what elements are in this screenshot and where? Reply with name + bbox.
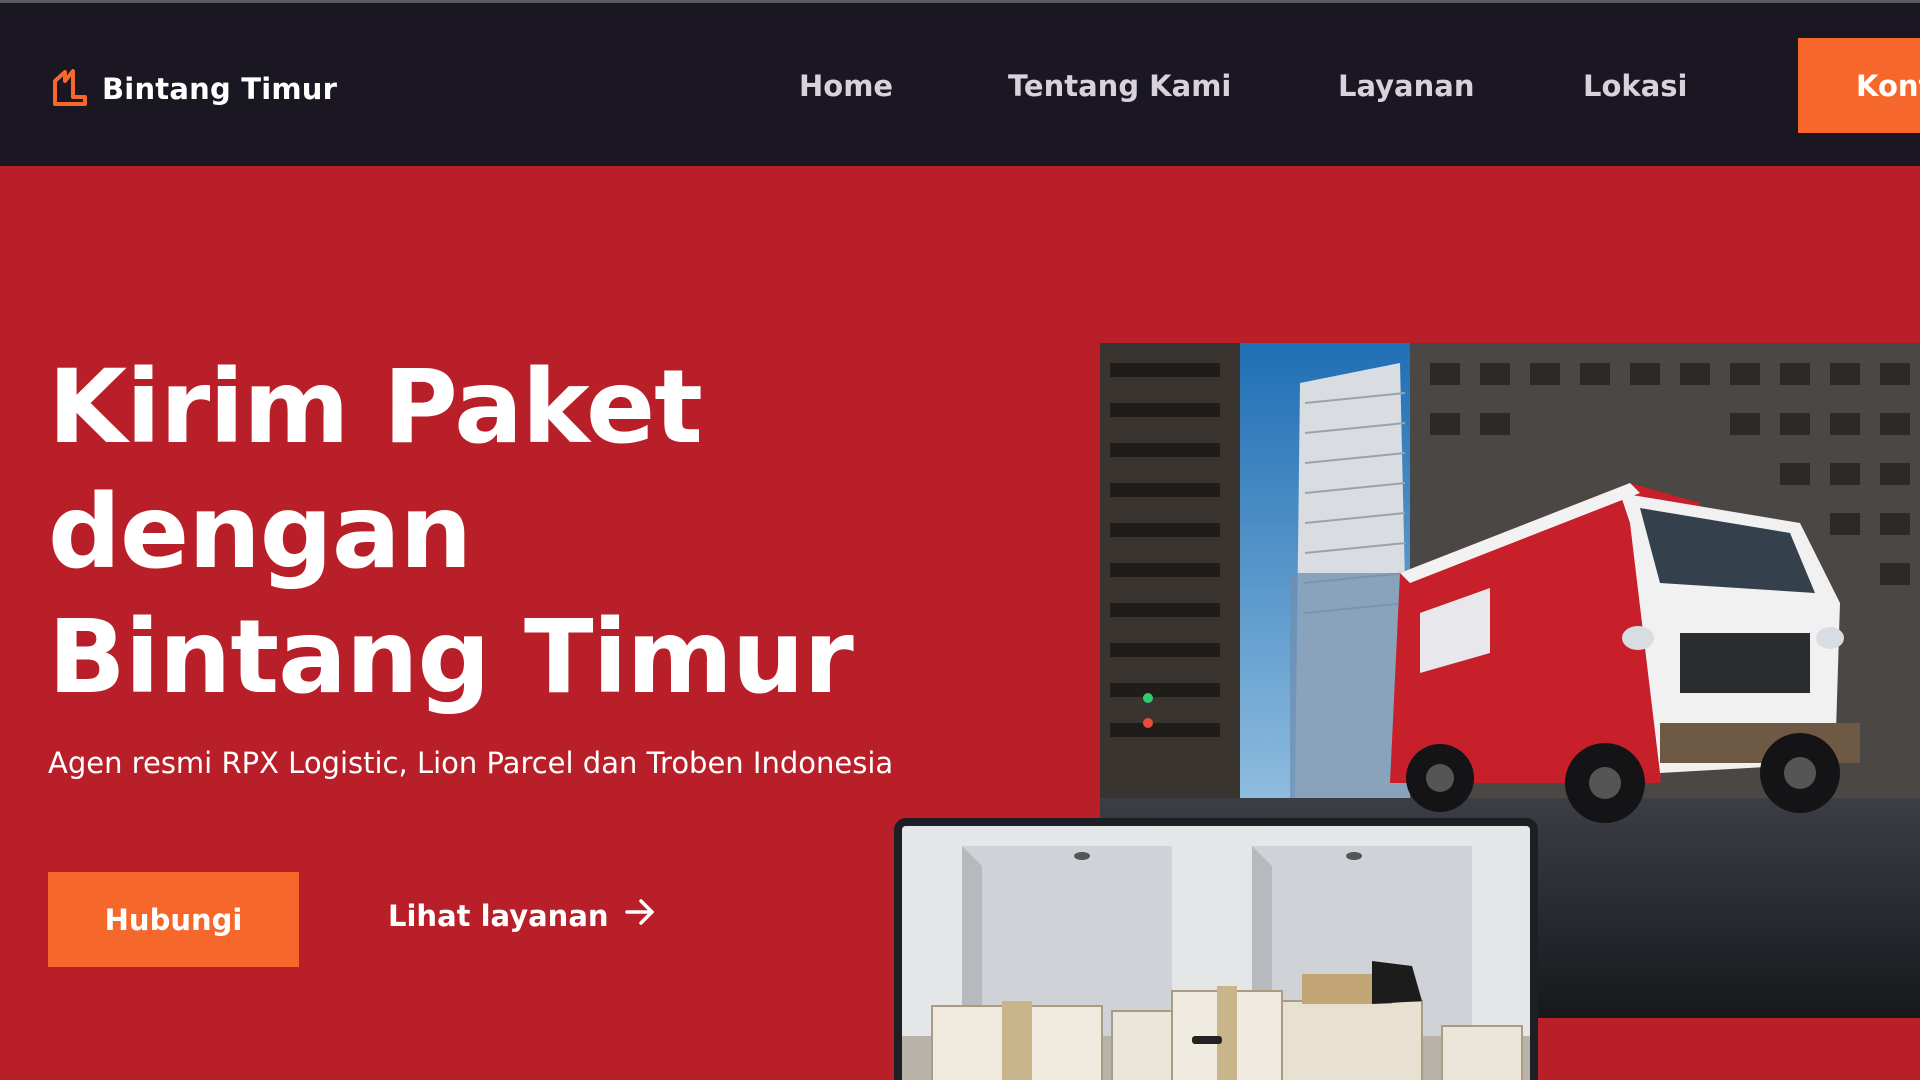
house-outline-icon (52, 67, 102, 111)
lihat-layanan-link[interactable]: Lihat layanan (388, 895, 657, 936)
hero-title-line-1: Kirim Paket (48, 348, 703, 467)
cardboard-boxes-room-photo (894, 818, 1538, 1080)
hero-title-line-2: dengan (48, 473, 472, 592)
lihat-layanan-label: Lihat layanan (388, 898, 609, 933)
brand-logo-link[interactable]: Bintang Timur (52, 67, 337, 111)
hero-subtitle: Agen resmi RPX Logistic, Lion Parcel dan… (48, 746, 894, 780)
nav-contact-button[interactable]: Kont (1798, 38, 1920, 133)
nav-tentang-kami[interactable]: Tentang Kami (1008, 69, 1231, 103)
nav-lokasi[interactable]: Lokasi (1583, 69, 1687, 103)
hero-title: Kirim Paket dengan Bintang Timur (48, 345, 948, 720)
hero-title-line-3: Bintang Timur (48, 598, 854, 717)
brand-name: Bintang Timur (102, 72, 338, 106)
nav-layanan[interactable]: Layanan (1338, 69, 1475, 103)
hubungi-button[interactable]: Hubungi (48, 872, 299, 967)
nav-home[interactable]: Home (799, 69, 893, 103)
navbar: Bintang Timur Home Tentang Kami Layanan … (0, 3, 1920, 166)
arrow-right-icon (609, 895, 657, 936)
